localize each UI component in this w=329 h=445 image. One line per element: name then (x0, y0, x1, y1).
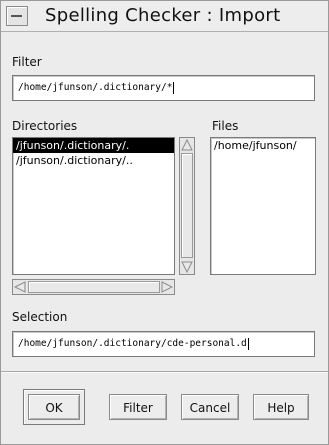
directories-horizontal-scrollbar[interactable] (12, 279, 175, 295)
file-list-item[interactable]: /home/jfunson/ (211, 138, 315, 153)
filter-input-value: /home/jfunson/.dictionary/* (18, 82, 173, 93)
filter-input[interactable]: /home/jfunson/.dictionary/* (12, 75, 315, 101)
text-cursor (247, 337, 249, 350)
filter-button[interactable]: Filter (109, 394, 167, 420)
ok-button[interactable]: OK (28, 394, 80, 420)
filter-label: Filter (12, 55, 42, 69)
selection-label: Selection (12, 310, 68, 324)
window-title: Spelling Checker : Import (45, 5, 281, 26)
scroll-right-arrow-icon[interactable] (161, 281, 173, 293)
directories-vscroll-thumb[interactable] (181, 153, 193, 258)
scroll-down-arrow-icon[interactable] (181, 261, 193, 273)
selection-input[interactable]: /home/jfunson/.dictionary/cde-personal.d (12, 331, 315, 357)
selection-input-value: /home/jfunson/.dictionary/cde-personal.d (18, 338, 247, 349)
directory-list-item[interactable]: /jfunson/.dictionary/.. (13, 153, 174, 168)
window-menu-icon (11, 15, 22, 17)
button-area-separator (1, 371, 328, 373)
files-label: Files (212, 119, 239, 133)
cancel-button[interactable]: Cancel (181, 394, 239, 420)
directory-list-item[interactable]: /jfunson/.dictionary/. (13, 138, 174, 153)
window-menu-button[interactable] (6, 6, 28, 26)
directories-vertical-scrollbar[interactable] (179, 137, 195, 275)
import-dialog-window: Spelling Checker : Import Filter /home/j… (0, 0, 329, 445)
text-cursor (173, 81, 175, 94)
directories-label: Directories (12, 119, 78, 133)
directories-list[interactable]: /jfunson/.dictionary/./jfunson/.dictiona… (12, 137, 175, 275)
scroll-up-arrow-icon[interactable] (181, 139, 193, 151)
help-button[interactable]: Help (253, 394, 309, 420)
directories-hscroll-thumb[interactable] (28, 281, 160, 293)
files-list[interactable]: /home/jfunson/ (210, 137, 316, 275)
title-bar: Spelling Checker : Import (1, 1, 328, 32)
scroll-left-arrow-icon[interactable] (14, 281, 26, 293)
